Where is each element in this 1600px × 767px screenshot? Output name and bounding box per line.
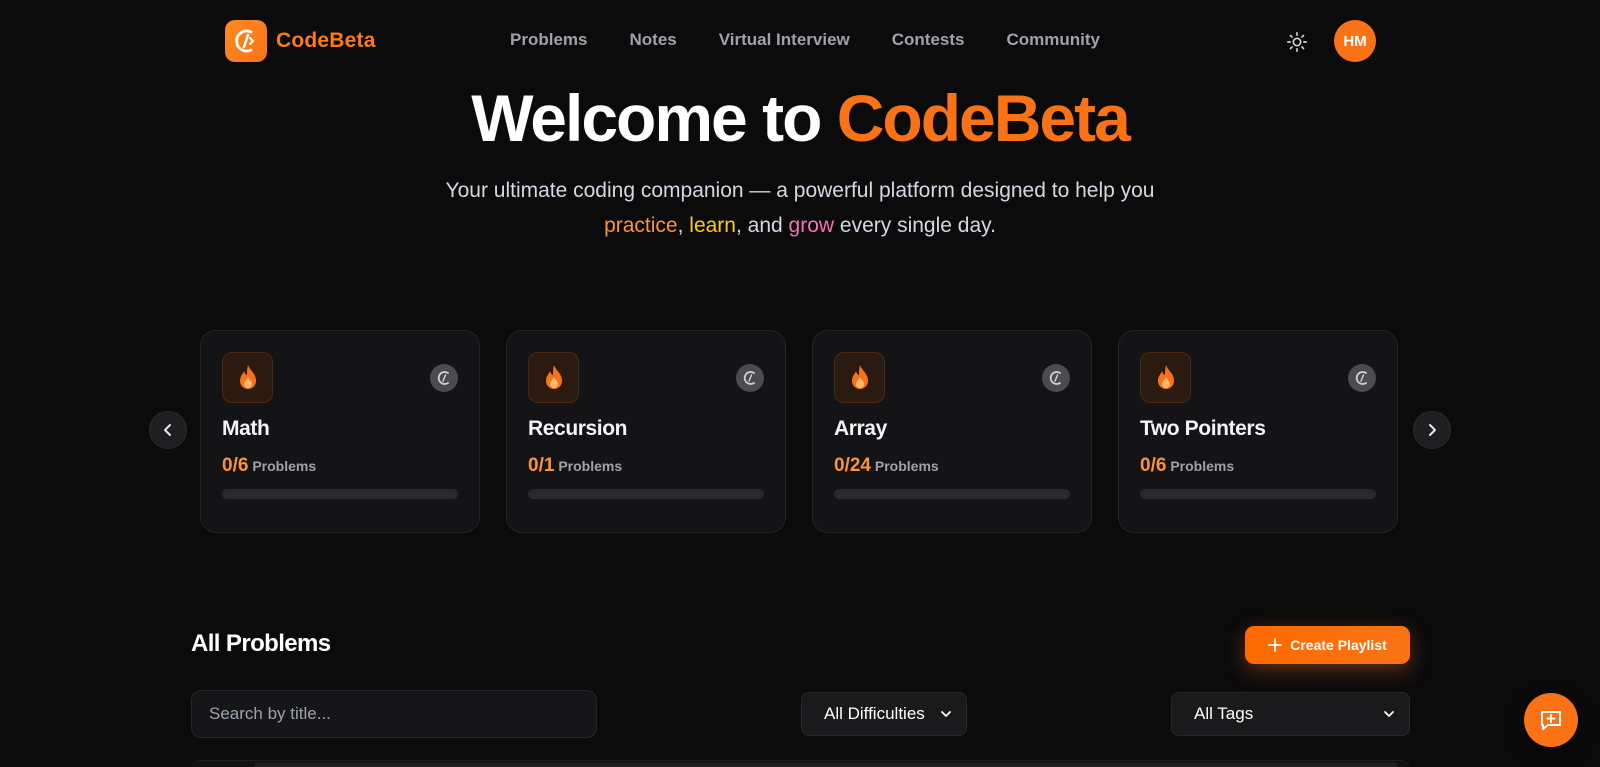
nav-contests[interactable]: Contests <box>892 30 965 50</box>
highlight-grow: grow <box>788 214 835 237</box>
hero-and: , and <box>735 214 789 237</box>
topic-card-math[interactable]: Math 0/6 Problems <box>200 330 480 533</box>
solved-count: 0/6 <box>1140 455 1167 476</box>
codebeta-logo-icon <box>1348 364 1376 392</box>
solved-count: 0/6 <box>222 455 249 476</box>
count-suffix: Problems <box>874 458 939 474</box>
topic-card-two-pointers[interactable]: Two Pointers 0/6 Problems <box>1118 330 1398 533</box>
fire-icon <box>1140 352 1191 403</box>
carousel-next-button[interactable] <box>1413 411 1451 449</box>
codebeta-logo-icon <box>736 364 764 392</box>
create-playlist-button[interactable]: Create Playlist <box>1245 626 1410 664</box>
tags-select[interactable]: All Tags <box>1171 692 1410 736</box>
codebeta-logo-icon <box>430 364 458 392</box>
hero-title-brand: CodeBeta <box>836 81 1131 155</box>
progress-bar <box>222 489 458 499</box>
all-problems-heading: All Problems <box>191 630 331 657</box>
plus-icon <box>1268 638 1283 652</box>
nav-notes[interactable]: Notes <box>630 30 677 50</box>
topic-card-count: 0/6 Problems <box>222 455 458 477</box>
hero-title: Welcome to CodeBeta <box>0 80 1600 156</box>
search-input[interactable]: Search by title... <box>191 690 597 738</box>
topic-cards: Math 0/6 Problems Recursion 0/1 Problems… <box>200 330 1398 533</box>
nav-community[interactable]: Community <box>1006 30 1100 50</box>
theme-toggle-button[interactable] <box>1285 30 1309 54</box>
topic-card-title: Array <box>834 417 887 440</box>
topic-card-count: 0/6 Problems <box>1140 455 1376 477</box>
fire-icon <box>222 352 273 403</box>
topic-card-title: Recursion <box>528 417 628 440</box>
create-playlist-label: Create Playlist <box>1290 637 1387 653</box>
hero-subtitle-line2: practice, learn, and grow every single d… <box>0 208 1600 243</box>
page: CodeBeta Problems Notes Virtual Intervie… <box>0 0 1600 767</box>
chevron-left-icon <box>164 424 171 436</box>
count-suffix: Problems <box>558 458 623 474</box>
count-suffix: Problems <box>1170 458 1235 474</box>
topic-card-recursion[interactable]: Recursion 0/1 Problems <box>506 330 786 533</box>
highlight-practice: practice <box>604 214 678 237</box>
problems-table <box>191 760 1410 767</box>
hero-title-prefix: Welcome to <box>471 81 837 155</box>
fire-icon <box>834 352 885 403</box>
chevron-right-icon <box>1429 424 1436 436</box>
hero-subtitle: Your ultimate coding companion — a power… <box>0 173 1600 243</box>
topic-card-title: Two Pointers <box>1140 417 1266 440</box>
progress-bar <box>1140 489 1376 499</box>
chat-plus-icon <box>1541 711 1561 730</box>
solved-count: 0/24 <box>834 455 871 476</box>
codebeta-logo-icon <box>1042 364 1070 392</box>
difficulty-selected: All Difficulties <box>824 704 925 723</box>
solved-count: 0/1 <box>528 455 555 476</box>
progress-bar <box>834 489 1070 499</box>
chat-button[interactable] <box>1524 693 1578 747</box>
chevron-down-icon <box>1384 711 1394 717</box>
chevron-down-icon <box>941 711 951 717</box>
difficulty-select[interactable]: All Difficulties <box>801 692 967 736</box>
fire-icon <box>528 352 579 403</box>
nav-problems[interactable]: Problems <box>510 30 587 50</box>
topic-card-count: 0/24 Problems <box>834 455 1070 477</box>
tags-selected: All Tags <box>1194 704 1254 723</box>
topic-card-count: 0/1 Problems <box>528 455 764 477</box>
sun-icon <box>1287 32 1307 52</box>
count-suffix: Problems <box>252 458 317 474</box>
search-placeholder: Search by title... <box>209 704 331 723</box>
user-avatar[interactable]: HM <box>1334 20 1376 62</box>
highlight-learn: learn <box>689 214 736 237</box>
hero-tail: every single day. <box>834 214 996 237</box>
progress-bar <box>528 489 764 499</box>
carousel-prev-button[interactable] <box>149 411 187 449</box>
hero-subtitle-line1: Your ultimate coding companion — a power… <box>445 179 1155 202</box>
topic-card-title: Math <box>222 417 270 440</box>
hero-comma: , <box>677 214 690 237</box>
top-navbar: CodeBeta Problems Notes Virtual Intervie… <box>0 0 1600 84</box>
nav-virtual-interview[interactable]: Virtual Interview <box>719 30 850 50</box>
topic-card-array[interactable]: Array 0/24 Problems <box>812 330 1092 533</box>
